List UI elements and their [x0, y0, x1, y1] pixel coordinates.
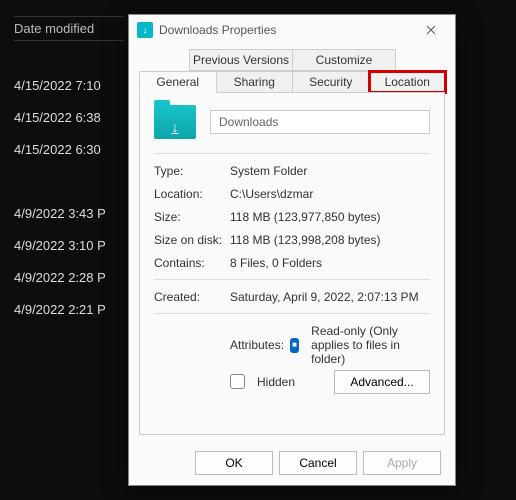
created-value: Saturday, April 9, 2022, 2:07:13 PM: [230, 290, 430, 304]
downloads-folder-icon: [137, 22, 153, 38]
type-label: Type:: [154, 164, 230, 178]
dialog-title: Downloads Properties: [159, 23, 415, 37]
downloads-folder-icon: [154, 105, 196, 139]
size-value: 118 MB (123,977,850 bytes): [230, 210, 430, 224]
tab-panel-general: Type:System Folder Location:C:\Users\dzm…: [139, 92, 445, 435]
apply-button[interactable]: Apply: [363, 451, 441, 475]
tab-general[interactable]: General: [139, 71, 217, 93]
column-header-date-modified[interactable]: Date modified: [14, 16, 124, 41]
attributes-label: Attributes:: [230, 338, 284, 352]
location-value: C:\Users\dzmar: [230, 187, 430, 201]
size-on-disk-value: 118 MB (123,998,208 bytes): [230, 233, 430, 247]
tab-customize[interactable]: Customize: [292, 49, 396, 71]
created-label: Created:: [154, 290, 230, 304]
advanced-button[interactable]: Advanced...: [334, 370, 430, 394]
list-item[interactable]: 4/15/2022 6:30: [14, 142, 106, 157]
tab-security[interactable]: Security: [292, 71, 370, 93]
list-item[interactable]: 4/9/2022 3:10 P: [14, 238, 106, 253]
tab-sharing[interactable]: Sharing: [216, 71, 294, 93]
readonly-checkbox[interactable]: [290, 338, 299, 353]
tab-previous-versions[interactable]: Previous Versions: [189, 49, 293, 71]
cancel-button[interactable]: Cancel: [279, 451, 357, 475]
size-on-disk-label: Size on disk:: [154, 233, 230, 247]
list-item[interactable]: 4/9/2022 2:21 P: [14, 302, 106, 317]
hidden-label: Hidden: [257, 375, 295, 389]
ok-button[interactable]: OK: [195, 451, 273, 475]
background-file-list: 4/15/2022 7:10 4/15/2022 6:38 4/15/2022 …: [14, 78, 106, 317]
tab-strip: Previous Versions Customize General Shar…: [129, 45, 455, 93]
divider: [154, 313, 430, 314]
dialog-footer: OK Cancel Apply: [129, 443, 455, 485]
divider: [154, 279, 430, 280]
list-item[interactable]: 4/15/2022 6:38: [14, 110, 106, 125]
contains-value: 8 Files, 0 Folders: [230, 256, 430, 270]
contains-label: Contains:: [154, 256, 230, 270]
size-label: Size:: [154, 210, 230, 224]
title-bar: Downloads Properties: [129, 15, 455, 45]
list-item[interactable]: 4/15/2022 7:10: [14, 78, 106, 93]
readonly-label: Read-only (Only applies to files in fold…: [311, 324, 430, 366]
type-value: System Folder: [230, 164, 430, 178]
close-button[interactable]: [415, 16, 447, 44]
divider: [154, 153, 430, 154]
list-item[interactable]: 4/9/2022 2:28 P: [14, 270, 106, 285]
list-item[interactable]: 4/9/2022 3:43 P: [14, 206, 106, 221]
hidden-checkbox[interactable]: [230, 374, 245, 389]
tab-location[interactable]: Location: [369, 71, 447, 93]
close-icon: [426, 25, 436, 35]
location-label: Location:: [154, 187, 230, 201]
properties-dialog: Downloads Properties Previous Versions C…: [128, 14, 456, 486]
folder-name-input[interactable]: [210, 110, 430, 134]
